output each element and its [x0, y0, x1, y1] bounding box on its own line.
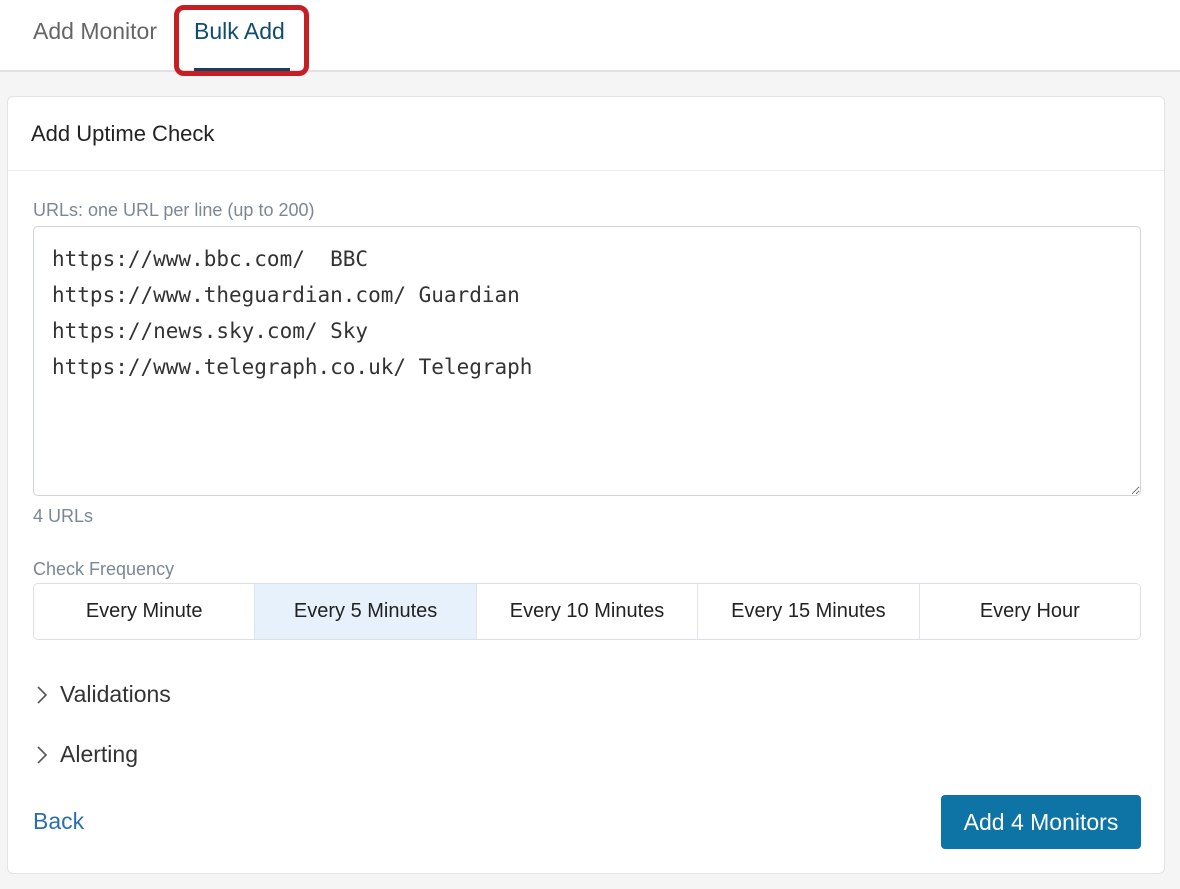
card-header: Add Uptime Check [8, 97, 1164, 171]
check-frequency-selector: Every Minute Every 5 Minutes Every 10 Mi… [33, 583, 1141, 640]
frequency-option-every-15-minutes[interactable]: Every 15 Minutes [698, 584, 920, 639]
frequency-option-every-hour[interactable]: Every Hour [919, 584, 1140, 639]
back-link[interactable]: Back [33, 808, 84, 835]
validations-toggle[interactable]: Validations [33, 681, 171, 708]
tab-bar: Add Monitor Bulk Add [0, 0, 1180, 76]
urls-textarea[interactable]: https://www.bbc.com/ BBC https://www.the… [33, 226, 1141, 496]
card-title: Add Uptime Check [31, 121, 215, 146]
url-count: 4 URLs [33, 506, 94, 526]
chevron-right-icon [37, 685, 48, 704]
highlight-annotation [174, 5, 309, 76]
frequency-option-every-10-minutes[interactable]: Every 10 Minutes [476, 584, 699, 639]
uptime-check-card: Add Uptime Check URLs: one URL per line … [7, 96, 1165, 874]
tab-add-monitor[interactable]: Add Monitor [33, 17, 157, 45]
alerting-toggle[interactable]: Alerting [33, 741, 138, 768]
frequency-option-every-minute[interactable]: Every Minute [34, 584, 256, 639]
check-frequency-label: Check Frequency [33, 559, 175, 579]
urls-label: URLs: one URL per line (up to 200) [33, 200, 315, 220]
validations-label: Validations [60, 681, 171, 707]
add-monitors-button[interactable]: Add 4 Monitors [941, 795, 1141, 849]
alerting-label: Alerting [60, 741, 138, 767]
frequency-option-every-5-minutes[interactable]: Every 5 Minutes [255, 584, 477, 639]
chevron-right-icon [37, 745, 48, 764]
